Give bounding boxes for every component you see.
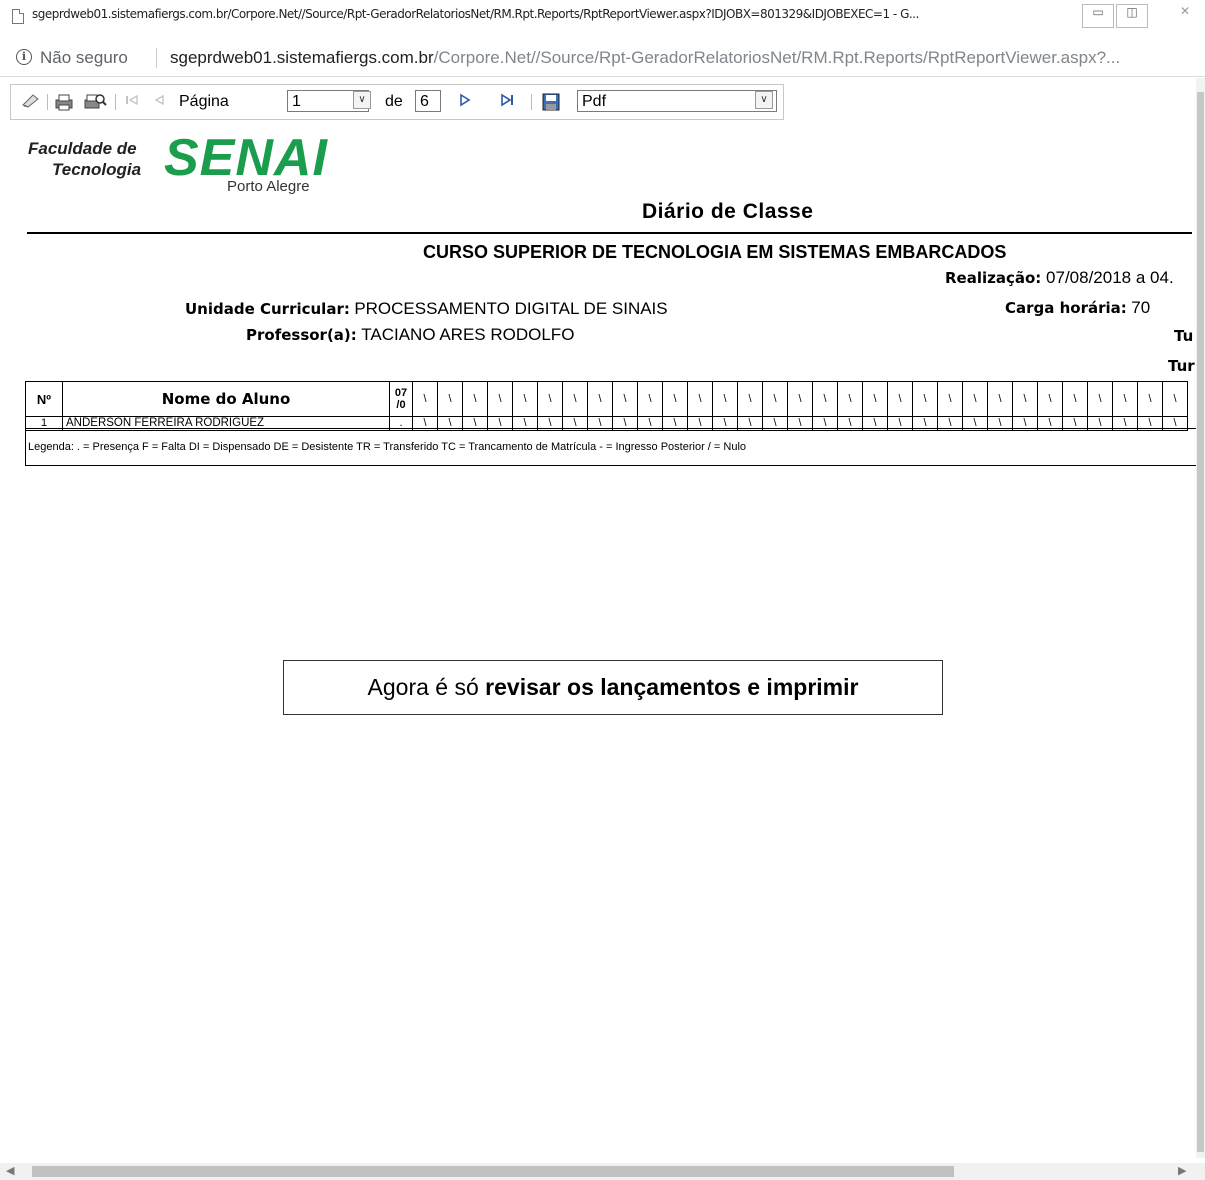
report-toolbar: Página 1 ∨ de 6 Pdf ∨ <box>10 84 784 120</box>
toolbar-divider <box>531 94 532 110</box>
carga-value: 70 <box>1131 298 1151 317</box>
carga-info: Carga horária: 70 <box>1005 298 1150 318</box>
date-column-cell: \ <box>612 381 638 417</box>
export-format-select[interactable]: Pdf <box>577 90 777 112</box>
turma-label-2: Tur <box>1168 357 1195 375</box>
of-label: de <box>385 93 403 110</box>
date-column-cell: \ <box>1112 381 1138 417</box>
turma-label: Tu <box>1174 327 1194 345</box>
instruction-callout: Agora é só revisar os lançamentos e impr… <box>283 660 943 715</box>
date-column-cell: \ <box>412 381 438 417</box>
date-column-cell: \ <box>437 381 463 417</box>
date-column-cell: \ <box>587 381 613 417</box>
horizontal-scroll-thumb[interactable] <box>32 1166 954 1177</box>
address-divider <box>156 48 157 68</box>
logo-city: Porto Alegre <box>227 178 310 195</box>
date-column-cell: \ <box>762 381 788 417</box>
print-preview-icon[interactable] <box>83 93 107 111</box>
total-pages-field: 6 <box>415 90 441 112</box>
security-label[interactable]: Não seguro <box>40 48 128 68</box>
callout-bold: revisar os lançamentos e imprimir <box>485 674 859 700</box>
date-column-cell: \ <box>737 381 763 417</box>
report-title: Diário de Classe <box>642 200 814 223</box>
logo-line2: Tecnologia <box>52 160 142 179</box>
date-column-cell: \ <box>937 381 963 417</box>
date-column-cell: \ <box>837 381 863 417</box>
toolbar-divider <box>115 94 116 110</box>
date-column-cell: \ <box>637 381 663 417</box>
professor-label: Professor(a): <box>246 326 357 344</box>
url-host: sgeprdweb01.sistemafiergs.com.br <box>170 48 434 67</box>
date-column-cell: \ <box>512 381 538 417</box>
legend-text: Legenda: . = Presença F = Falta DI = Dis… <box>28 441 747 453</box>
date-column-cell: \ <box>662 381 688 417</box>
date-column-cell: \ <box>687 381 713 417</box>
info-icon[interactable]: i <box>16 49 32 65</box>
course-name: CURSO SUPERIOR DE TECNOLOGIA EM SISTEMAS… <box>423 242 1007 262</box>
window-title: sgeprdweb01.sistemafiergs.com.br/Corpore… <box>32 7 919 21</box>
column-header-name: Nome do Aluno <box>62 381 390 417</box>
chevron-down-icon[interactable]: ∨ <box>755 91 773 109</box>
date-column-cell: \ <box>1012 381 1038 417</box>
minimize-button[interactable]: ▭ <box>1082 4 1114 28</box>
toolbar-divider <box>47 94 48 110</box>
date-column-cell: \ <box>537 381 563 417</box>
page-label: Página <box>179 93 229 110</box>
save-icon[interactable] <box>541 93 561 111</box>
professor-value: TACIANO ARES RODOLFO <box>361 325 575 344</box>
prev-page-icon[interactable] <box>151 93 167 111</box>
date-column-cell: \ <box>1137 381 1163 417</box>
close-button[interactable]: ✕ <box>1170 4 1200 26</box>
legend: Legenda: . = Presença F = Falta DI = Dis… <box>25 428 1196 466</box>
date-column-cell: \ <box>1087 381 1113 417</box>
last-page-icon[interactable] <box>499 93 517 111</box>
maximize-button[interactable]: ◫ <box>1116 4 1148 28</box>
date-column-cell: \ <box>962 381 988 417</box>
unidade-label: Unidade Curricular: <box>185 300 350 318</box>
logo-line1: Faculdade de <box>28 139 137 158</box>
professor-info: Professor(a): TACIANO ARES RODOLFO <box>246 325 574 345</box>
date-column-cell: \ <box>487 381 513 417</box>
date-column-cell: \ <box>1037 381 1063 417</box>
scroll-right-icon[interactable]: ▶ <box>1178 1164 1186 1177</box>
date-column-cell: \ <box>787 381 813 417</box>
first-page-icon[interactable] <box>123 93 141 111</box>
title-rule <box>27 232 1192 234</box>
realizacao-value: 07/08/2018 a 04. <box>1046 268 1174 287</box>
unidade-value: PROCESSAMENTO DIGITAL DE SINAIS <box>354 299 668 318</box>
date-column-cell: \ <box>862 381 888 417</box>
refresh-icon[interactable] <box>21 93 41 111</box>
address-bar[interactable]: i Não seguro sgeprdweb01.sistemafiergs.c… <box>0 38 1205 77</box>
realizacao-label: Realização: <box>945 269 1042 287</box>
next-page-icon[interactable] <box>457 93 473 111</box>
url-text[interactable]: sgeprdweb01.sistemafiergs.com.br/Corpore… <box>170 48 1195 68</box>
vertical-scroll-thumb[interactable] <box>1197 92 1204 1152</box>
date-column-cell: \ <box>462 381 488 417</box>
page-icon <box>12 9 24 24</box>
date-column-cell: \ <box>712 381 738 417</box>
window-titlebar: sgeprdweb01.sistemafiergs.com.br/Corpore… <box>0 0 1205 39</box>
date-column-cell: \ <box>812 381 838 417</box>
table-header-row: Nº Nome do Aluno 07 /0 \ \ \ \ \ \ \ \ \ \ \ \ \ \ \ \ \… <box>25 381 1188 417</box>
attendance-table: Nº Nome do Aluno 07 /0 \ \ \ \ \ \ \ \ \ \ \ \ \ \ \ \ \… <box>25 381 1188 431</box>
date-column-cell: \ <box>987 381 1013 417</box>
column-header-date: 07 /0 <box>389 381 413 417</box>
print-icon[interactable] <box>53 93 75 111</box>
realizacao-info: Realização: 07/08/2018 a 04. <box>945 268 1174 288</box>
date-column-cell: \ <box>887 381 913 417</box>
carga-label: Carga horária: <box>1005 299 1127 317</box>
column-header-number: Nº <box>25 381 63 417</box>
date-column-cell: \ <box>912 381 938 417</box>
scroll-left-icon[interactable]: ◀ <box>6 1164 14 1177</box>
chevron-down-icon[interactable]: ∨ <box>353 91 371 109</box>
date-column-cell: \ <box>1062 381 1088 417</box>
date-column-cell: \ <box>562 381 588 417</box>
unidade-info: Unidade Curricular: PROCESSAMENTO DIGITA… <box>185 299 668 319</box>
date-column-cell: \ <box>1162 381 1188 417</box>
url-path: /Corpore.Net//Source/Rpt-GeradorRelatori… <box>433 48 1121 67</box>
callout-plain: Agora é só <box>367 674 486 700</box>
